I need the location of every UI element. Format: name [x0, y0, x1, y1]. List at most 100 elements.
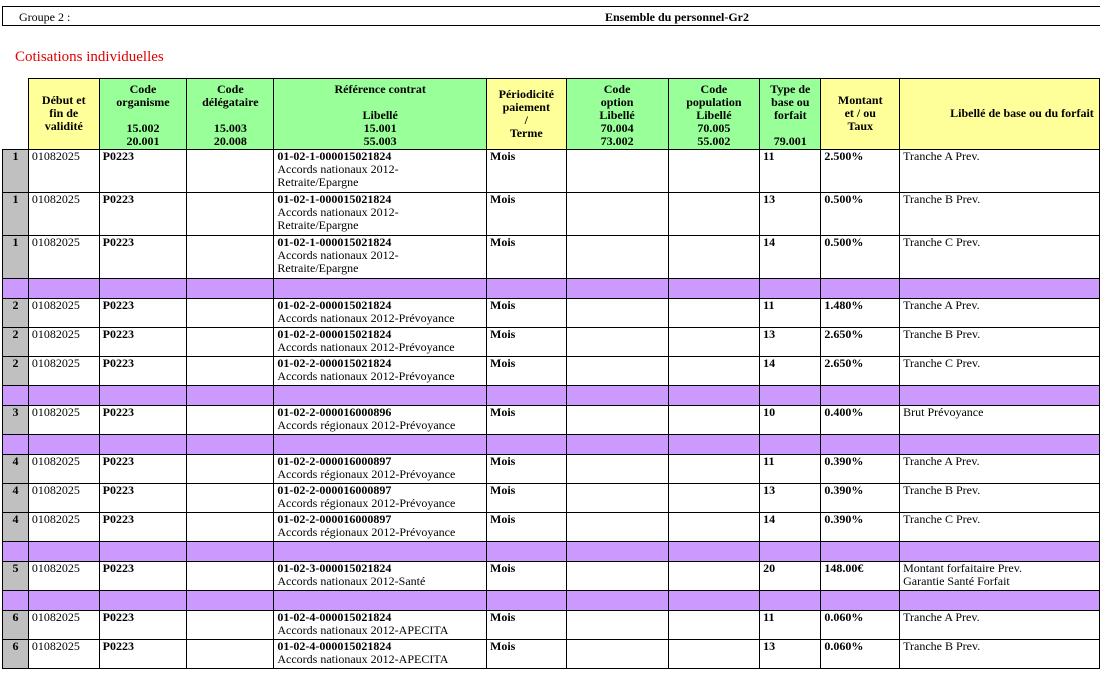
- periodicite-cell: Mois: [486, 454, 567, 484]
- option-cell: [565, 149, 669, 193]
- montant-cell: 2.650%: [820, 356, 901, 386]
- header-montant: Montant et / ou Taux: [820, 78, 901, 150]
- row-index: 5: [2, 561, 29, 591]
- row-index: 2: [2, 298, 29, 328]
- separator-row: [2, 278, 1100, 299]
- table-row: 6 01082025 P0223 01-02-4-000015021824 Accord…: [2, 610, 1100, 640]
- montant-cell: 2.500%: [820, 149, 901, 193]
- reference-cell: 01-02-2-000015021824 Accords nationaux 20…: [273, 327, 487, 357]
- separator-cell: [273, 278, 487, 299]
- separator-cell: [186, 385, 275, 406]
- reference-cell: 01-02-4-000015021824 Accords nationaux 20…: [273, 610, 487, 640]
- separator-cell: [98, 590, 188, 611]
- periodicite-cell: Mois: [486, 298, 567, 328]
- option-cell: [565, 610, 669, 640]
- table-row: 4 01082025 P0223 01-02-2-000016000897 Accord…: [2, 483, 1100, 513]
- separator-cell: [27, 278, 100, 299]
- date-cell: 01082025: [27, 610, 100, 640]
- contract-label: Accords nationaux 2012-Prévoyance: [277, 311, 455, 325]
- table-row: 3 01082025 P0223 01-02-2-000016000896 Accord…: [2, 405, 1100, 435]
- organisme-cell: P0223: [98, 639, 188, 669]
- separator-cell: [565, 434, 669, 455]
- reference-cell: 01-02-2-000016000897 Accords régionaux 20…: [273, 483, 487, 513]
- population-cell: [667, 639, 761, 669]
- header-option: Code option Libellé 70.004 73.002: [565, 78, 669, 150]
- libelle-cell: Tranche C Prev.: [899, 235, 1100, 279]
- montant-cell: 0.400%: [820, 405, 901, 435]
- contract-label: Accords nationaux 2012-Santé: [277, 574, 426, 588]
- population-cell: [667, 405, 761, 435]
- date-cell: 01082025: [27, 454, 100, 484]
- delegataire-cell: [186, 235, 275, 279]
- separator-row: [2, 590, 1100, 611]
- header-row: Début et fin de validité Code organisme …: [3, 78, 1100, 150]
- separator-cell: [899, 385, 1100, 406]
- date-cell: 01082025: [27, 639, 100, 669]
- periodicite-cell: Mois: [486, 512, 567, 542]
- row-index: 3: [2, 405, 29, 435]
- table-row: 2 01082025 P0223 01-02-2-000015021824 Accord…: [2, 327, 1100, 357]
- population-cell: [667, 610, 761, 640]
- row-index: 4: [2, 454, 29, 484]
- contract-label: Accords nationaux 2012-Prévoyance: [277, 340, 455, 354]
- organisme-cell: P0223: [98, 405, 188, 435]
- libelle-cell: Tranche B Prev.: [899, 483, 1100, 513]
- montant-cell: 0.390%: [820, 483, 901, 513]
- separator-cell: [565, 278, 669, 299]
- separator-cell: [565, 541, 669, 562]
- row-index: 1: [2, 192, 29, 236]
- separator-row: [2, 385, 1100, 406]
- separator-cell: [667, 434, 761, 455]
- group-header: Groupe 2 : Ensemble du personnel-Gr2: [2, 6, 1100, 26]
- delegataire-cell: [186, 483, 275, 513]
- separator-cell: [820, 385, 901, 406]
- organisme-cell: P0223: [98, 512, 188, 542]
- delegataire-cell: [186, 192, 275, 236]
- type-cell: 14: [759, 512, 822, 542]
- separator-cell: [2, 590, 29, 611]
- population-cell: [667, 327, 761, 357]
- separator-cell: [98, 278, 188, 299]
- contract-label: Accords nationaux 2012-APECITA: [277, 623, 449, 637]
- table-row: 1 01082025 P0223 01-02-1-000015021824 Accord…: [2, 235, 1100, 279]
- date-cell: 01082025: [27, 512, 100, 542]
- separator-cell: [186, 541, 275, 562]
- contract-label: Accords nationaux 2012- Retraite/Epargne: [277, 162, 399, 189]
- type-cell: 14: [759, 235, 822, 279]
- population-cell: [667, 454, 761, 484]
- population-cell: [667, 561, 761, 591]
- reference-cell: 01-02-1-000015021824 Accords nationaux 20…: [273, 192, 487, 236]
- contract-label: Accords nationaux 2012- Retraite/Epargne: [277, 248, 399, 275]
- type-cell: 13: [759, 192, 822, 236]
- separator-cell: [565, 385, 669, 406]
- separator-cell: [486, 590, 567, 611]
- delegataire-cell: [186, 149, 275, 193]
- periodicite-cell: Mois: [486, 639, 567, 669]
- table-row: 4 01082025 P0223 01-02-2-000016000897 Accord…: [2, 454, 1100, 484]
- type-cell: 11: [759, 454, 822, 484]
- libelle-cell: Tranche A Prev.: [899, 149, 1100, 193]
- organisme-cell: P0223: [98, 356, 188, 386]
- option-cell: [565, 356, 669, 386]
- header-population: Code population Libellé 70.005 55.002: [667, 78, 761, 150]
- table-row: 1 01082025 P0223 01-02-1-000015021824 Accord…: [2, 192, 1100, 236]
- separator-cell: [98, 541, 188, 562]
- separator-cell: [899, 434, 1100, 455]
- separator-cell: [486, 434, 567, 455]
- type-cell: 13: [759, 483, 822, 513]
- reference-cell: 01-02-2-000016000897 Accords régionaux 20…: [273, 454, 487, 484]
- organisme-cell: P0223: [98, 235, 188, 279]
- libelle-cell: Brut Prévoyance: [899, 405, 1100, 435]
- libelle-cell: Tranche C Prev.: [899, 356, 1100, 386]
- separator-cell: [27, 590, 100, 611]
- organisme-cell: P0223: [98, 561, 188, 591]
- contract-label: Accords régionaux 2012-Prévoyance: [277, 496, 456, 510]
- date-cell: 01082025: [27, 561, 100, 591]
- delegataire-cell: [186, 298, 275, 328]
- organisme-cell: P0223: [98, 192, 188, 236]
- reference-cell: 01-02-4-000015021824 Accords nationaux 20…: [273, 639, 487, 669]
- separator-cell: [273, 385, 487, 406]
- delegataire-cell: [186, 512, 275, 542]
- periodicite-cell: Mois: [486, 149, 567, 193]
- separator-cell: [820, 278, 901, 299]
